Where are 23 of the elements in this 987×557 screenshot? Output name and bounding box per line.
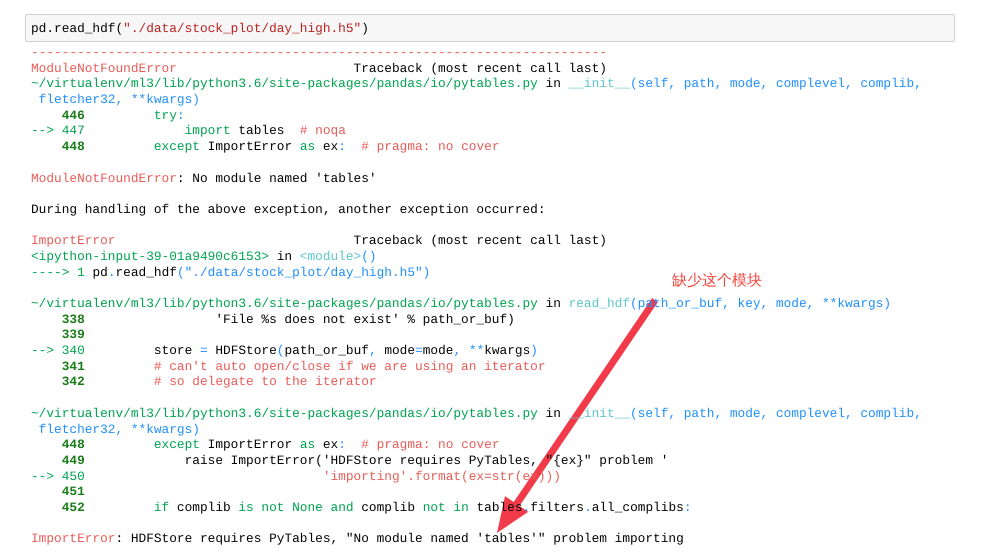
traceback-line: 448 except ImportError as ex: # pragma: no cover bbox=[60, 139, 500, 155]
traceback-line: ~/virtualenv/ml3/lib/python3.6/site-packages/pandas/io/pytables.py in __init__(self, path, mode, complevel, complib, bbox=[31, 76, 922, 92]
traceback-line: 342 # so delegate to the iterator bbox=[60, 374, 377, 390]
traceback-line: ModuleNotFoundError: No module named 'tables' bbox=[31, 170, 377, 186]
traceback-line: fletcher32, **kwargs) bbox=[38, 92, 200, 108]
traceback-line: ----> 1 pd.read_hdf("./data/stock_plot/day_high.h5") bbox=[31, 264, 430, 280]
traceback-line: --> 340 store = HDFStore(path_or_buf, mode=mode, **kwargs) bbox=[31, 343, 538, 359]
traceback-line: 448 except ImportError as ex: # pragma: no cover bbox=[60, 437, 500, 453]
code-cell[interactable]: pd.read_hdf("./data/stock_plot/day_high.h5") bbox=[25, 14, 955, 42]
traceback-line: --------------------------------------------------------------------------- bbox=[31, 45, 607, 61]
traceback-line: <ipython-input-39-01a9490c6153> in <module>() bbox=[31, 248, 377, 265]
traceback-line: fletcher32, **kwargs) bbox=[38, 422, 200, 438]
traceback-line: 446 try: bbox=[60, 108, 185, 124]
annotation-label: 缺少这个模块 bbox=[672, 271, 762, 290]
traceback-line: 341 # can't auto open/close if we are using an iterator bbox=[60, 358, 546, 374]
traceback-line: ModuleNotFoundError Traceback (most recent call last) bbox=[31, 60, 607, 76]
traceback-line: ImportError Traceback (most recent call last) bbox=[31, 233, 607, 249]
traceback-line: --> 447 import tables # noqa bbox=[31, 123, 346, 140]
traceback-line: 339 bbox=[60, 327, 85, 344]
traceback-line: During handling of the above exception, another exception occurred: bbox=[31, 202, 546, 218]
traceback-line: 451 bbox=[60, 484, 85, 500]
traceback-line: ImportError: HDFStore requires PyTables, "No module named 'tables'" problem importing bbox=[31, 531, 684, 547]
traceback-line: 338 'File %s does not exist' % path_or_buf) bbox=[60, 312, 515, 328]
